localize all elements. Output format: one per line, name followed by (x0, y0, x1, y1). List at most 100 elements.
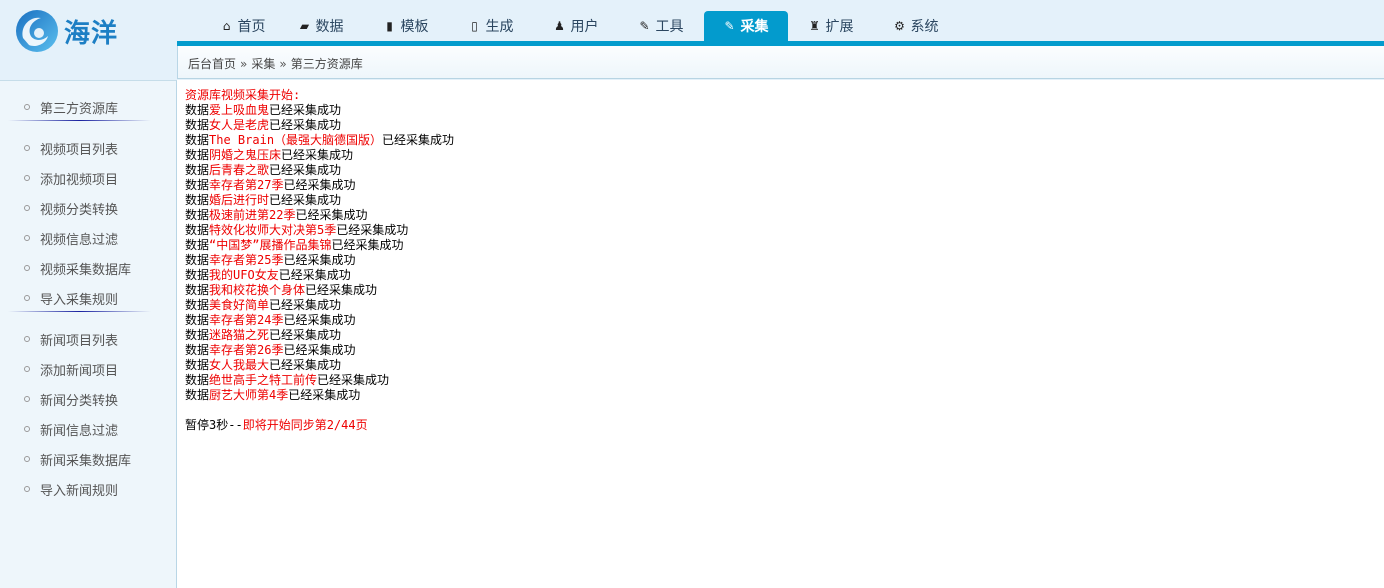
logo-text: 海洋 (64, 18, 119, 49)
log-line: 数据厨艺大师第4季已经采集成功 (185, 388, 454, 403)
log-prefix: 数据 (185, 193, 210, 207)
log-line: 数据The Brain（最强大脑德国版）已经采集成功 (185, 133, 454, 148)
log-prefix: 数据 (185, 343, 210, 357)
wrench-icon: ✎ (639, 19, 650, 33)
log-prefix: 数据 (185, 358, 210, 372)
log-suffix: 已经采集成功 (283, 253, 356, 267)
log-prefix: 数据 (185, 238, 210, 252)
log-suffix: 已经采集成功 (269, 118, 342, 132)
log-line: 数据女人我最大已经采集成功 (185, 358, 454, 373)
circle-bullet-icon (24, 265, 30, 271)
nav-tab-label: 模板 (400, 19, 429, 35)
log-line: 数据绝世高手之特工前传已经采集成功 (185, 373, 454, 388)
nav-tab-label: 首页 (237, 19, 266, 35)
log-prefix: 数据 (185, 253, 210, 267)
log-line: 数据幸存者第27季已经采集成功 (185, 178, 454, 193)
log-item-title: 后青春之歌 (209, 163, 270, 177)
logo[interactable]: 海洋 (14, 8, 144, 54)
log-prefix: 数据 (185, 178, 210, 192)
nav-tab-2[interactable]: ▮ 模板 (364, 11, 448, 41)
log-item-title: The Brain（最强大脑德国版） (209, 133, 383, 147)
log-line: 数据迷路猫之死已经采集成功 (185, 328, 454, 343)
sidebar-item-label: 新闻项目列表 (40, 333, 119, 349)
puzzle-icon: ♜ (809, 19, 820, 33)
sidebar-item[interactable]: 新闻分类转换 (24, 388, 118, 410)
breadcrumb-bar: 后台首页» 采集» 第三方资源库 (177, 46, 1384, 79)
sidebar-item[interactable]: 第三方资源库 (24, 96, 118, 118)
sidebar-item[interactable]: 新闻项目列表 (24, 328, 118, 350)
log-line: 数据爱上吸血鬼已经采集成功 (185, 103, 454, 118)
sidebar-item-label: 新闻采集数据库 (40, 453, 132, 469)
log-line: 数据特效化妆师大对决第5季已经采集成功 (185, 223, 454, 238)
log-item-title: 绝世高手之特工前传 (209, 373, 318, 387)
log-prefix: 数据 (185, 223, 210, 237)
circle-bullet-icon (24, 145, 30, 151)
log-line: 数据后青春之歌已经采集成功 (185, 163, 454, 178)
sidebar-item[interactable]: 视频分类转换 (24, 197, 118, 219)
sidebar-item-label: 新闻信息过滤 (40, 423, 119, 439)
log-line: 数据幸存者第24季已经采集成功 (185, 313, 454, 328)
breadcrumb-separator: » (279, 57, 287, 71)
sidebar: 第三方资源库视频项目列表添加视频项目视频分类转换视频信息过滤 视频采集数据库 导入采… (0, 80, 177, 588)
sidebar-item[interactable]: 新闻采集数据库 (24, 448, 131, 470)
nav-tab-3[interactable]: ▯ 生成 (448, 11, 534, 41)
circle-bullet-icon (24, 235, 30, 241)
nav-tab-0[interactable]: ⌂ 首页 (208, 11, 278, 41)
log-line: 数据幸存者第26季已经采集成功 (185, 343, 454, 358)
log-item-title: 女人我最大 (209, 358, 270, 372)
breadcrumb-separator: » (240, 57, 248, 71)
user-icon: ♟ (554, 19, 565, 33)
sidebar-item[interactable]: 添加视频项目 (24, 167, 118, 189)
log-item-title: 爱上吸血鬼 (209, 103, 270, 117)
sidebar-item-label: 视频项目列表 (40, 142, 119, 158)
sidebar-item[interactable]: 视频采集数据库 (24, 257, 131, 279)
log-prefix: 数据 (185, 298, 210, 312)
main-nav: ⌂ 首页 ▰ 数据 ▮ 模板 ▯ 生成 ♟ 用户 ✎ 工具 ✎ 采集 ♜ 扩展 ⚙ 系统 (208, 11, 958, 41)
log-item-title: 我和校花换个身体 (209, 283, 306, 297)
nav-tab-6[interactable]: ✎ 采集 (704, 11, 788, 41)
log-prefix: 数据 (185, 388, 210, 402)
log-line: 数据我的UFO女友已经采集成功 (185, 268, 454, 283)
wave-logo-icon (16, 10, 58, 52)
log-footer-prefix: 暂停3秒-- (185, 418, 243, 432)
log-prefix: 数据 (185, 313, 210, 327)
log-suffix: 已经采集成功 (336, 223, 409, 237)
log-suffix: 已经采集成功 (295, 208, 368, 222)
log-item-title: 特效化妆师大对决第5季 (209, 223, 337, 237)
nav-tab-4[interactable]: ♟ 用户 (534, 11, 618, 41)
log-line: 数据极速前进第22季已经采集成功 (185, 208, 454, 223)
sidebar-item[interactable]: 添加新闻项目 (24, 358, 118, 380)
nav-tab-label: 采集 (740, 19, 769, 35)
sidebar-item-label: 视频分类转换 (40, 202, 119, 218)
file-outline-icon: ▯ (471, 19, 478, 33)
log-suffix: 已经采集成功 (283, 343, 356, 357)
circle-bullet-icon (24, 456, 30, 462)
sidebar-item-label: 新闻分类转换 (40, 393, 119, 409)
nav-tab-label: 系统 (910, 19, 939, 35)
log-prefix: 数据 (185, 103, 210, 117)
gear-icon: ⚙ (894, 19, 905, 33)
log-line: 数据美食好简单已经采集成功 (185, 298, 454, 313)
log-prefix: 数据 (185, 283, 210, 297)
nav-tab-7[interactable]: ♜ 扩展 (788, 11, 874, 41)
sidebar-item[interactable]: 视频项目列表 (24, 137, 118, 159)
log-prefix: 数据 (185, 148, 210, 162)
log-suffix: 已经采集成功 (278, 268, 351, 282)
breadcrumb-collect[interactable]: 采集 (251, 57, 275, 71)
nav-tab-5[interactable]: ✎ 工具 (618, 11, 704, 41)
sidebar-item[interactable]: 导入采集规则 (24, 287, 118, 309)
sidebar-item[interactable]: 新闻信息过滤 (24, 418, 118, 440)
sidebar-item[interactable]: 视频信息过滤 (24, 227, 118, 249)
breadcrumb-home[interactable]: 后台首页 (188, 57, 236, 71)
log-header: 资源库视频采集开始: (185, 88, 301, 102)
log-line: 数据幸存者第25季已经采集成功 (185, 253, 454, 268)
nav-tab-1[interactable]: ▰ 数据 (278, 11, 364, 41)
log-prefix: 数据 (185, 373, 210, 387)
log-item-title: 幸存者第24季 (209, 313, 284, 327)
nav-tab-label: 生成 (485, 19, 514, 35)
log-suffix: 已经采集成功 (283, 178, 356, 192)
log-suffix: 已经采集成功 (269, 163, 342, 177)
circle-bullet-icon (24, 396, 30, 402)
sidebar-item[interactable]: 导入新闻规则 (24, 478, 118, 500)
nav-tab-8[interactable]: ⚙ 系统 (874, 11, 958, 41)
